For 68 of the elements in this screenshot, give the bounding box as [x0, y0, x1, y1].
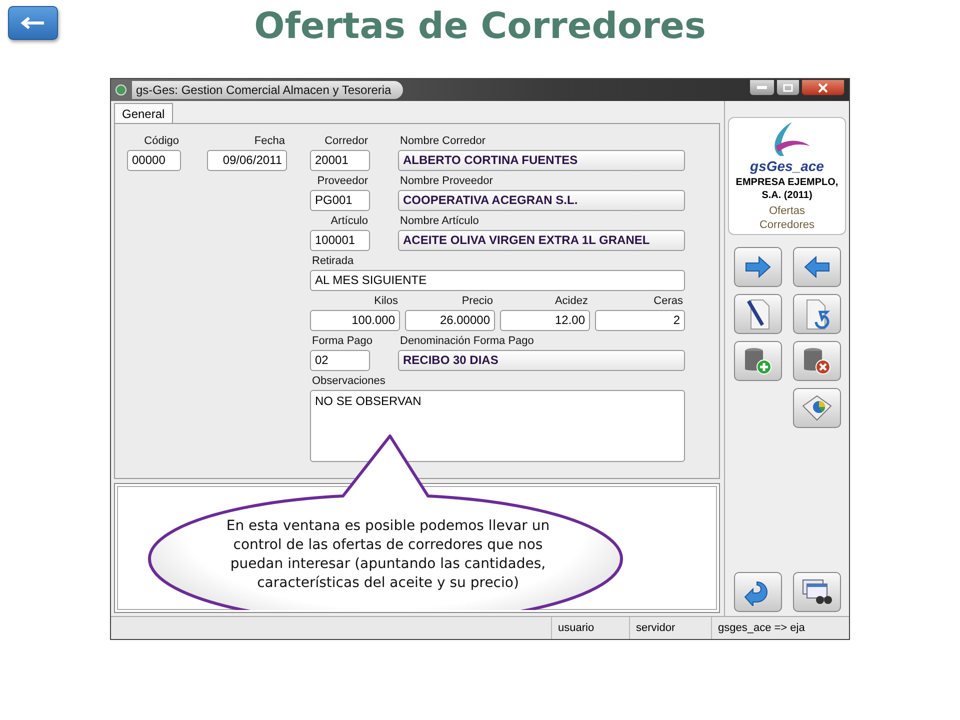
- field-label: Nombre Corredor: [399, 134, 487, 149]
- database-delete-icon: [802, 346, 832, 376]
- input-field[interactable]: 09/06/2011: [207, 150, 287, 171]
- input-field[interactable]: 100.000: [310, 310, 400, 331]
- input-field[interactable]: ALBERTO CORTINA FUENTES: [398, 150, 685, 171]
- field-label: Forma Pago: [311, 334, 370, 349]
- input-field[interactable]: 100001: [310, 230, 370, 251]
- slide-title: Ofertas de Corredores: [253, 6, 707, 47]
- field-label: Nombre Proveedor: [399, 174, 494, 189]
- text-area[interactable]: NO SE OBSERVAN: [310, 390, 685, 462]
- search-button[interactable]: [792, 572, 840, 612]
- document-undo-icon: [804, 298, 830, 330]
- field-label: Fecha: [253, 134, 286, 149]
- input-field[interactable]: PG001: [310, 190, 370, 211]
- input-field[interactable]: COOPERATIVA ACEGRAN S.L.: [398, 190, 685, 211]
- field-label: Denominación Forma Pago: [399, 334, 535, 349]
- input-field[interactable]: 12.00: [500, 310, 590, 331]
- status-cell: gsges_ace => eja: [711, 617, 849, 639]
- arrow-left-icon: [20, 16, 46, 30]
- next-button[interactable]: [734, 247, 782, 287]
- status-cell: servidor: [629, 617, 711, 639]
- input-field[interactable]: AL MES SIGUIENTE: [310, 270, 685, 291]
- field-label: Corredor: [324, 134, 369, 149]
- delete-record-button[interactable]: [792, 341, 840, 381]
- input-field[interactable]: 02: [310, 350, 370, 371]
- field-label: Código: [143, 134, 180, 149]
- field-label: Nombre Artículo: [399, 214, 480, 229]
- minimize-button[interactable]: [749, 79, 775, 96]
- edit-button[interactable]: [734, 294, 782, 334]
- report-chart-icon: [800, 394, 832, 422]
- status-cell: usuario: [551, 617, 629, 639]
- return-button[interactable]: [734, 572, 782, 612]
- field-label: Kilos: [373, 294, 399, 309]
- database-add-icon: [742, 346, 772, 376]
- back-button[interactable]: [8, 6, 58, 40]
- module-name: Ofertas Corredores: [758, 204, 816, 232]
- field-label: Proveedor: [316, 174, 369, 189]
- arrow-right-icon: [744, 256, 772, 278]
- app-icon: [115, 84, 127, 96]
- field-label: Observaciones: [311, 374, 386, 389]
- windows-binoculars-icon: [800, 578, 832, 606]
- input-field[interactable]: 00000: [127, 150, 181, 171]
- undo-button[interactable]: [792, 294, 840, 334]
- logo-text: gsGes_ace: [750, 158, 824, 174]
- previous-button[interactable]: [792, 247, 840, 287]
- field-label: Acidez: [554, 294, 589, 309]
- tab[interactable]: General: [114, 103, 173, 123]
- close-button[interactable]: [801, 79, 845, 96]
- field-label: Retirada: [311, 254, 355, 269]
- maximize-button[interactable]: [776, 79, 800, 96]
- close-icon: [818, 82, 828, 92]
- add-record-button[interactable]: [734, 341, 782, 381]
- input-field[interactable]: ACEITE OLIVA VIRGEN EXTRA 1L GRANEL: [398, 230, 685, 251]
- callout-text: En esta ventana es posible podemos llevar un control de las ofertas de corredores que nos puedan interesar (apuntando las cantidades, características del aceite y su precio): [225, 517, 551, 593]
- input-field[interactable]: 26.00000: [405, 310, 495, 331]
- field-label: Artículo: [330, 214, 369, 229]
- minimize-icon: [757, 86, 767, 90]
- arrow-left-icon: [802, 256, 830, 278]
- input-field[interactable]: RECIBO 30 DIAS: [398, 350, 685, 371]
- field-label: Ceras: [652, 294, 684, 309]
- input-field[interactable]: 20001: [310, 150, 370, 171]
- report-button[interactable]: [792, 388, 840, 428]
- company-name: EMPRESA EJEMPLO, S.A. (2011): [734, 176, 840, 202]
- field-label: Precio: [460, 294, 494, 309]
- pen-document-icon: [744, 298, 770, 330]
- window-title: gs-Ges: Gestion Comercial Almacen y Tesoreria: [132, 81, 404, 99]
- input-field[interactable]: 2: [595, 310, 685, 331]
- maximize-icon: [783, 84, 793, 92]
